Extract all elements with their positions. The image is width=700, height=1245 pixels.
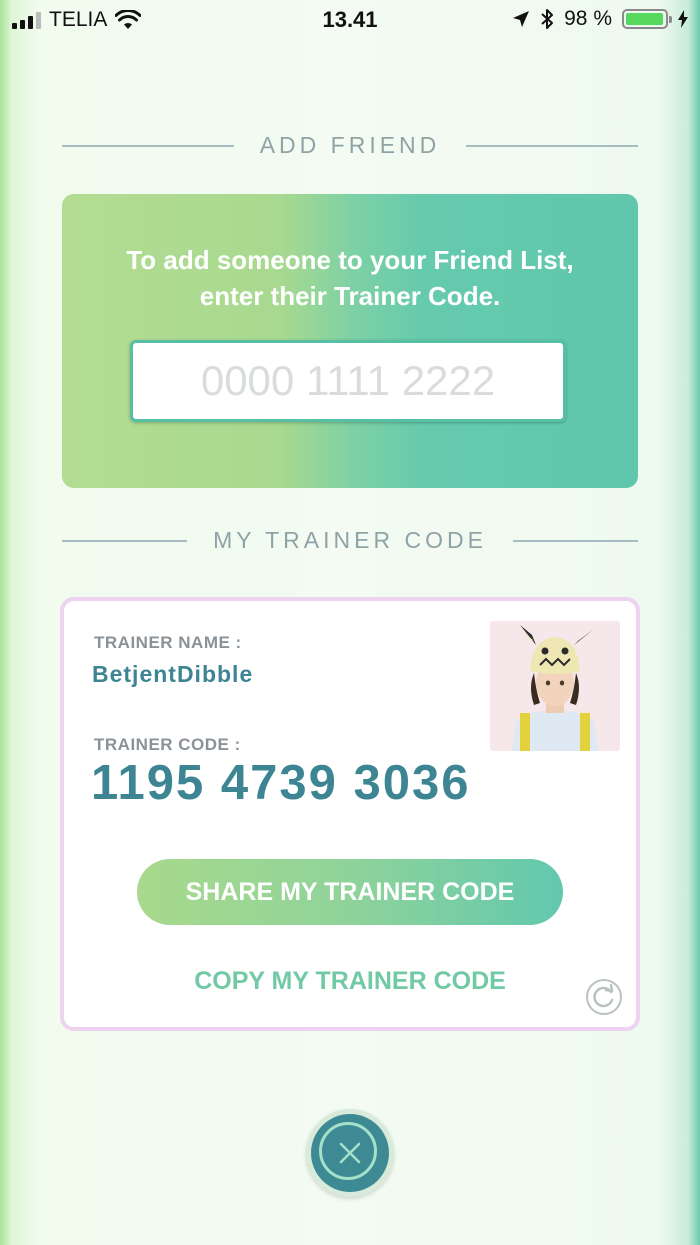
trainer-name-label: TRAINER NAME : — [94, 633, 242, 652]
battery-tip — [669, 16, 672, 23]
close-button-inner — [311, 1114, 389, 1192]
battery-percent: 98 % — [564, 7, 612, 30]
add-friend-instructions: To add someone to your Friend List, ente… — [126, 245, 574, 311]
copy-trainer-code-link[interactable]: COPY MY TRAINER CODE — [64, 967, 636, 996]
trainer-code-label: TRAINER CODE : — [94, 735, 241, 754]
trainer-card: TRAINER NAME : BetjentDibble TRAINER COD… — [60, 597, 640, 1031]
location-arrow-icon — [513, 11, 530, 27]
share-trainer-code-button[interactable]: SHARE MY TRAINER CODE — [137, 859, 563, 925]
trainer-code-input[interactable] — [130, 340, 566, 422]
close-icon — [339, 1142, 361, 1164]
add-friend-header: ADD FRIEND — [62, 132, 638, 159]
status-bar: TELIA 13.41 98 % — [0, 0, 700, 40]
battery-icon — [622, 9, 672, 29]
my-trainer-code-header: MY TRAINER CODE — [62, 527, 639, 554]
add-friend-card: To add someone to your Friend List, ente… — [62, 194, 638, 488]
divider-line — [62, 144, 234, 147]
close-button[interactable] — [306, 1109, 394, 1197]
trainer-code-value: 1195 4739 3036 — [91, 756, 471, 810]
divider-line — [512, 539, 639, 542]
refresh-icon[interactable] — [585, 978, 623, 1016]
bluetooth-icon — [541, 9, 554, 29]
add-friend-title: ADD FRIEND — [259, 132, 441, 158]
divider-line — [62, 539, 188, 542]
divider-line — [466, 144, 638, 147]
battery-fill — [626, 13, 664, 25]
status-right: 98 % — [512, 7, 688, 31]
trainer-name-value: BetjentDibble — [92, 661, 254, 687]
trainer-avatar — [490, 621, 620, 751]
my-trainer-code-title: MY TRAINER CODE — [213, 527, 487, 553]
charging-bolt-icon — [678, 10, 688, 28]
